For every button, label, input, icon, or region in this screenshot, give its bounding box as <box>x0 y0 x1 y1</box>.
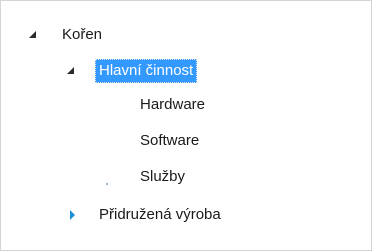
tree-node-associated-production[interactable]: Přidružená výroba <box>1 203 372 227</box>
tree-node-hardware[interactable]: Hardware <box>1 93 372 117</box>
expanded-arrow-icon[interactable] <box>28 30 38 40</box>
focus-dot-icon <box>106 183 108 185</box>
tree-node-label[interactable]: Služby <box>136 165 189 189</box>
collapsed-arrow-icon[interactable] <box>68 210 78 220</box>
tree-node-label[interactable]: Hardware <box>136 93 209 117</box>
tree-node-label[interactable]: Software <box>136 129 203 153</box>
tree-node-software[interactable]: Software <box>1 129 372 153</box>
tree-node-label-selected[interactable]: Hlavní činnost <box>95 59 198 83</box>
tree-node-sluzby[interactable]: Služby <box>1 165 372 189</box>
tree-node-label[interactable]: Kořen <box>58 23 106 47</box>
tree-node-main-activity[interactable]: Hlavní činnost <box>1 59 372 83</box>
tree-view[interactable]: Kořen Hlavní činnost Hardware Software S… <box>0 0 372 251</box>
tree-node-label[interactable]: Přidružená výroba <box>95 203 225 227</box>
tree-node-root[interactable]: Kořen <box>1 23 372 47</box>
expanded-arrow-icon[interactable] <box>66 66 76 76</box>
